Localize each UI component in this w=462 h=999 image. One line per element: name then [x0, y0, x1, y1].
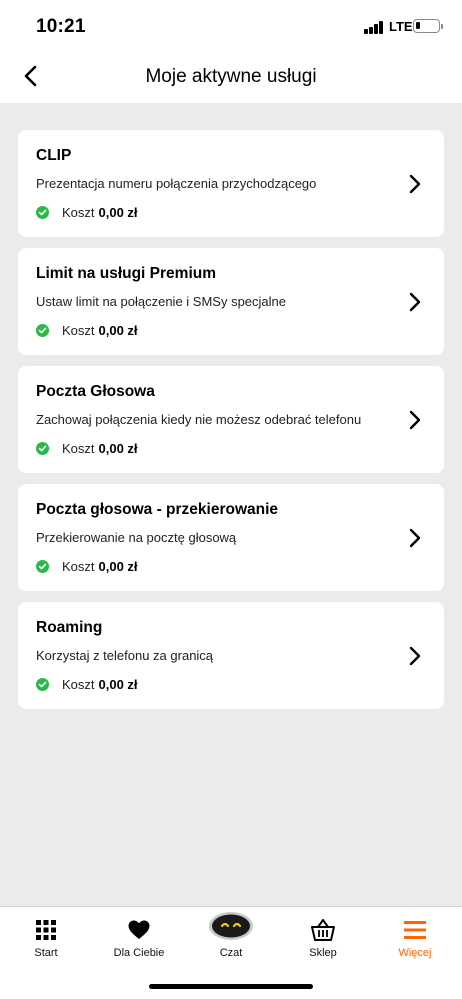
heart-icon: [128, 920, 150, 939]
check-icon: [36, 323, 49, 337]
top-bar: 10:21 LTE Moje aktywne usługi: [0, 0, 462, 103]
cost-label: Koszt: [62, 440, 95, 456]
chevron-right-icon: [409, 410, 421, 430]
nav-label: Sklep: [309, 947, 337, 959]
cost-row: Koszt 0,00 zł: [36, 203, 138, 221]
chevron-right-icon: [409, 292, 421, 312]
cost-value: 0,00 zł: [98, 322, 138, 338]
cost-value: 0,00 zł: [98, 676, 138, 692]
check-icon: [36, 677, 49, 691]
service-description: Prezentacja numeru połączenia przychodzą…: [36, 176, 317, 191]
nav-label: Dla Ciebie: [113, 947, 165, 959]
nav-item-czat[interactable]: Czat: [185, 907, 277, 977]
cost-value: 0,00 zł: [98, 558, 138, 574]
cost-label: Koszt: [62, 676, 95, 692]
chevron-right-icon: [409, 646, 421, 666]
network-label: LTE: [389, 19, 413, 34]
chevron-right-icon: [409, 528, 421, 548]
cost-value: 0,00 zł: [98, 204, 138, 220]
signal-icon: [364, 21, 384, 34]
service-title: CLIP: [36, 147, 72, 164]
home-indicator: [149, 984, 313, 989]
service-card-clip[interactable]: CLIP Prezentacja numeru połączenia przyc…: [18, 130, 444, 237]
nav-header: Moje aktywne usługi: [0, 54, 462, 103]
status-time: 10:21: [36, 16, 86, 37]
service-description: Przekierowanie na pocztę głosową: [36, 530, 237, 545]
cost-value: 0,00 zł: [98, 440, 138, 456]
nav-item-wiecej[interactable]: Więcej: [369, 907, 461, 977]
check-icon: [36, 205, 49, 219]
basket-icon: [311, 919, 335, 941]
service-description: Korzystaj z telefonu za granicą: [36, 648, 214, 663]
service-description: Zachowaj połączenia kiedy nie możesz ode…: [36, 412, 362, 427]
service-card-roaming[interactable]: Roaming Korzystaj z telefonu za granicą …: [18, 602, 444, 709]
check-icon: [36, 559, 49, 573]
service-card-voicemail[interactable]: Poczta Głosowa Zachowaj połączenia kiedy…: [18, 366, 444, 473]
chevron-right-icon: [409, 174, 421, 194]
cost-label: Koszt: [62, 558, 95, 574]
service-card-voicemail-forwarding[interactable]: Poczta głosowa - przekierowanie Przekier…: [18, 484, 444, 591]
nav-item-start[interactable]: Start: [0, 907, 92, 977]
cost-row: Koszt 0,00 zł: [36, 675, 138, 693]
nav-item-dla-ciebie[interactable]: Dla Ciebie: [93, 907, 185, 977]
status-bar: 10:21 LTE: [0, 0, 462, 54]
nav-item-sklep[interactable]: Sklep: [277, 907, 369, 977]
menu-icon: [404, 921, 426, 939]
service-card-premium-limit[interactable]: Limit na usługi Premium Ustaw limit na p…: [18, 248, 444, 355]
service-title: Roaming: [36, 619, 103, 636]
cost-label: Koszt: [62, 204, 95, 220]
cost-row: Koszt 0,00 zł: [36, 321, 138, 339]
battery-icon: [413, 19, 443, 33]
service-title: Poczta Głosowa: [36, 383, 155, 400]
nav-label: Czat: [219, 947, 243, 959]
check-icon: [36, 441, 49, 455]
service-title: Poczta głosowa - przekierowanie: [36, 501, 279, 518]
cost-row: Koszt 0,00 zł: [36, 439, 138, 457]
chat-bot-icon: [209, 912, 253, 940]
nav-label: Start: [34, 947, 58, 959]
page-title: Moje aktywne usługi: [145, 66, 317, 87]
grid-icon: [36, 920, 56, 940]
cost-row: Koszt 0,00 zł: [36, 557, 138, 575]
nav-label: Więcej: [398, 947, 432, 959]
service-title: Limit na usługi Premium: [36, 265, 216, 282]
service-description: Ustaw limit na połączenie i SMSy specjal…: [36, 294, 286, 309]
cost-label: Koszt: [62, 322, 95, 338]
